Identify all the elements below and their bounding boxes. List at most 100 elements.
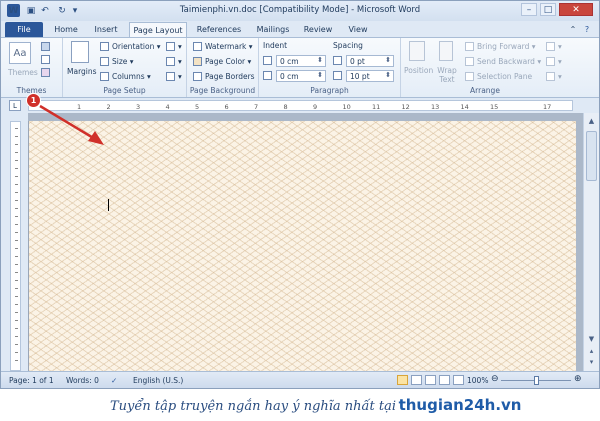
columns-label: Columns	[112, 72, 145, 81]
ribbon-tabs: File Home Insert Page Layout References …	[1, 21, 599, 37]
tab-view[interactable]: View	[341, 22, 375, 37]
bring-forward-button[interactable]: Bring Forward ▾	[465, 42, 536, 51]
columns-button[interactable]: Columns ▾	[100, 72, 151, 81]
outline-view-icon[interactable]	[439, 375, 450, 385]
ruler-number: 11	[372, 103, 381, 111]
position-button[interactable]: Position	[404, 66, 433, 75]
vertical-ruler[interactable]	[10, 121, 21, 371]
ruler-tick	[15, 232, 18, 233]
hyphenation-icon[interactable]: ▾	[166, 72, 182, 81]
ruler-tick	[15, 320, 18, 321]
themes-button[interactable]: Themes	[8, 68, 38, 77]
margins-button[interactable]: Margins	[67, 67, 97, 76]
print-layout-view-icon[interactable]	[397, 375, 408, 385]
next-page-icon[interactable]: ▾	[585, 356, 598, 368]
orientation-icon	[100, 42, 109, 51]
ruler-tick	[15, 240, 18, 241]
ruler-tick	[15, 160, 18, 161]
align-icon[interactable]: ▾	[546, 42, 562, 51]
ruler-tick	[15, 152, 18, 153]
ruler-number: 9	[313, 103, 318, 111]
zoom-out-icon[interactable]: ⊖	[491, 374, 499, 384]
size-button[interactable]: Size ▾	[100, 57, 134, 66]
scroll-up-icon[interactable]: ▲	[585, 115, 598, 127]
ruler-tick	[15, 136, 18, 137]
margins-icon[interactable]	[71, 41, 89, 63]
ruler-tick	[15, 360, 18, 361]
tab-file[interactable]: File	[5, 22, 43, 37]
caption-text: Tuyển tập truyện ngắn hay ý nghĩa nhất t…	[110, 399, 397, 414]
web-layout-view-icon[interactable]	[425, 375, 436, 385]
ruler-number: 6	[224, 103, 229, 111]
send-backward-icon	[465, 57, 474, 66]
ruler-tick	[15, 184, 18, 185]
page-color-button[interactable]: Page Color ▾	[193, 57, 251, 66]
tab-insert[interactable]: Insert	[87, 22, 125, 37]
window-title: Taimienphi.vn.doc [Compatibility Mode] -…	[179, 5, 421, 15]
caption: Tuyển tập truyện ngắn hay ý nghĩa nhất t…	[110, 396, 600, 418]
word-count[interactable]: Words: 0	[66, 376, 99, 385]
theme-fonts-icon[interactable]	[41, 55, 53, 64]
page-count[interactable]: Page: 1 of 1	[9, 376, 54, 385]
indent-right-icon	[263, 71, 275, 80]
ruler-tick	[15, 256, 18, 257]
wrap-text-button[interactable]: Wrap Text	[435, 66, 459, 84]
ruler-tick	[15, 328, 18, 329]
tab-selector-icon[interactable]: L	[9, 100, 21, 111]
ruler-tick	[15, 304, 18, 305]
minimize-ribbon-icon[interactable]: ⌃	[567, 22, 579, 37]
group-paragraph: Indent 0 cm 0 cm Spacing 0 pt 10 pt Para…	[259, 38, 401, 97]
group-objects-icon[interactable]: ▾	[546, 57, 562, 66]
page-color-label: Page Color	[205, 57, 246, 66]
send-backward-label: Send Backward	[477, 57, 535, 66]
position-icon[interactable]	[409, 41, 425, 61]
theme-effects-icon[interactable]	[41, 68, 53, 77]
minimize-icon[interactable]: –	[521, 3, 537, 16]
tab-mailings[interactable]: Mailings	[251, 22, 295, 37]
draft-view-icon[interactable]	[453, 375, 464, 385]
tab-home[interactable]: Home	[49, 22, 83, 37]
tab-review[interactable]: Review	[299, 22, 337, 37]
caption-brand[interactable]: thugian24h.vn	[399, 396, 522, 414]
scroll-down-icon[interactable]: ▼	[585, 333, 598, 345]
spacing-before-field[interactable]: 0 pt	[346, 55, 394, 67]
theme-colors-icon[interactable]	[41, 42, 53, 51]
indent-left-field[interactable]: 0 cm	[276, 55, 326, 67]
horizontal-ruler[interactable]: 1 2 3 4 5 6 7 8 9 10 11 12 13 14 15 17	[28, 100, 573, 111]
rotate-icon[interactable]: ▾	[546, 72, 562, 81]
ruler-number: 2	[106, 103, 111, 111]
scroll-thumb[interactable]	[586, 131, 597, 181]
vertical-scrollbar[interactable]: ▲ ▼ ▴ ▾	[583, 113, 599, 371]
send-backward-button[interactable]: Send Backward ▾	[465, 57, 541, 66]
document-area	[28, 113, 583, 371]
breaks-icon[interactable]: ▾	[166, 42, 182, 51]
page-borders-button[interactable]: Page Borders	[193, 72, 255, 81]
page-borders-icon	[193, 72, 202, 81]
ruler-tick	[15, 216, 18, 217]
proofing-icon[interactable]: ✓	[111, 376, 117, 385]
tab-references[interactable]: References	[191, 22, 247, 37]
language-status[interactable]: English (U.S.)	[133, 376, 183, 385]
ruler-tick	[15, 280, 18, 281]
selection-pane-button[interactable]: Selection Pane	[465, 72, 532, 81]
full-screen-view-icon[interactable]	[411, 375, 422, 385]
wrap-text-icon[interactable]	[439, 41, 453, 61]
zoom-level[interactable]: 100%	[467, 376, 488, 385]
maximize-icon[interactable]: □	[540, 3, 556, 16]
ruler-tick	[15, 248, 18, 249]
line-numbers-icon[interactable]: ▾	[166, 57, 182, 66]
help-icon[interactable]: ?	[581, 22, 593, 37]
tab-page-layout[interactable]: Page Layout	[129, 22, 187, 37]
zoom-slider-thumb[interactable]	[534, 376, 539, 385]
ruler-number: 13	[431, 103, 440, 111]
orientation-button[interactable]: Orientation ▾	[100, 42, 161, 51]
document-page[interactable]	[28, 121, 576, 371]
spacing-after-field[interactable]: 10 pt	[346, 70, 394, 82]
indent-right-field[interactable]: 0 cm	[276, 70, 326, 82]
group-page-setup: Margins Orientation ▾ Size ▾ Columns ▾ ▾…	[63, 38, 187, 97]
close-icon[interactable]: ✕	[559, 3, 593, 16]
themes-icon[interactable]: Aa	[9, 42, 31, 64]
zoom-slider[interactable]	[501, 376, 571, 385]
watermark-button[interactable]: Watermark ▾	[193, 42, 253, 51]
zoom-in-icon[interactable]: ⊕	[574, 374, 582, 384]
